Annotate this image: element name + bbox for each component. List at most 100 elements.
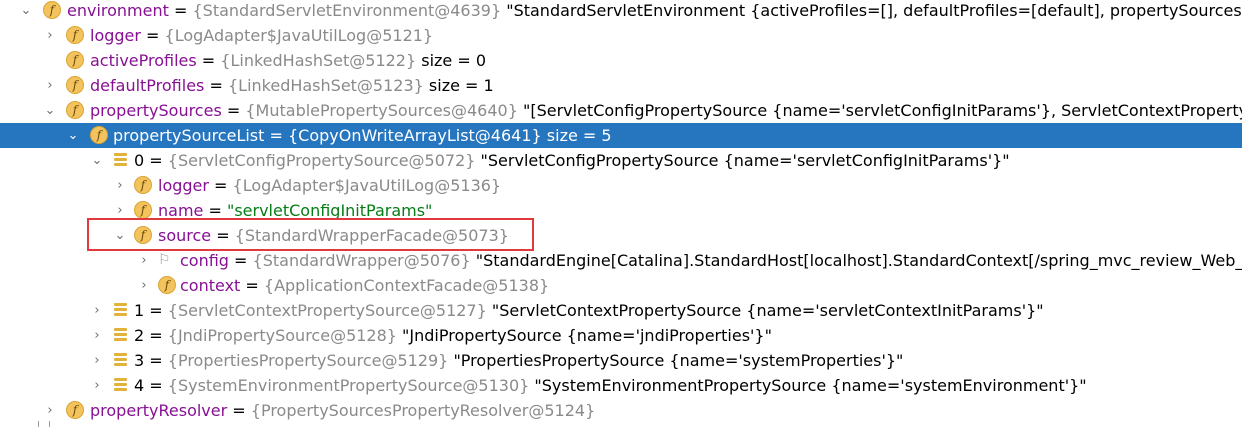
array-element-icon [114, 378, 127, 392]
tree-row-defaultprofiles[interactable]: › f defaultProfiles = {LinkedHashSet@512… [0, 73, 1242, 98]
element-index: 0 [134, 151, 145, 170]
tree-row-text: 2 = {JndiPropertySource@5128} "JndiPrope… [134, 323, 772, 348]
tree-row-config[interactable]: › ⚐ config = {StandardWrapper@5076} "Sta… [0, 248, 1242, 273]
field-icon: f [134, 176, 152, 194]
tree-row-text: environment = {StandardServletEnvironmen… [67, 0, 1242, 23]
field-type: {PropertySourcesPropertyResolver@5124} [250, 401, 596, 420]
field-name: logger [158, 176, 209, 195]
field-size: size = 5 [541, 126, 612, 145]
field-type: {StandardServletEnvironment@4639} [192, 1, 502, 20]
chevron-right-icon[interactable]: › [90, 373, 104, 398]
field-type: {ApplicationContextFacade@5138} [263, 276, 550, 295]
tree-row-logger-nested[interactable]: › f logger = {LogAdapter$JavaUtilLog@513… [0, 173, 1242, 198]
equals-sign: = [168, 1, 193, 20]
tree-row-propertyresolver[interactable]: › f propertyResolver = {PropertySourcesP… [0, 398, 1242, 423]
field-icon: f [66, 76, 84, 94]
tree-row-text: logger = {LogAdapter$JavaUtilLog@5121} [90, 23, 433, 48]
tree-row-text: context = {ApplicationContextFacade@5138… [180, 273, 549, 298]
chevron-right-icon[interactable]: › [43, 23, 57, 48]
array-element-icon [114, 353, 127, 367]
field-type: {ServletConfigPropertySource@5072} [167, 151, 476, 170]
field-value: "SystemEnvironmentPropertySource {name='… [529, 376, 1087, 395]
field-icon: f [43, 1, 61, 19]
field-name: environment [67, 1, 169, 20]
field-value: "[ServletConfigPropertySource {name='ser… [522, 101, 1242, 120]
field-name: propertySourceList [113, 126, 265, 145]
field-type: {LogAdapter$JavaUtilLog@5121} [164, 26, 434, 45]
equals-sign: = [144, 151, 168, 170]
equals-sign: = [140, 26, 165, 45]
flag-icon: ⚐ [158, 252, 171, 268]
field-type: {CopyOnWriteArrayList@4641} [288, 126, 542, 145]
equals-sign: = [264, 126, 288, 145]
chevron-down-icon[interactable]: ⌄ [43, 98, 57, 123]
chevron-down-icon[interactable]: ⌄ [90, 148, 104, 173]
tree-row-activeprofiles[interactable]: f activeProfiles = {LinkedHashSet@5122} … [0, 48, 1242, 73]
equals-sign: = [196, 51, 221, 70]
tree-row-text: propertySourceList = {CopyOnWriteArrayLi… [113, 123, 612, 148]
tree-row-index-0[interactable]: ⌄ 0 = {ServletConfigPropertySource@5072}… [0, 148, 1242, 173]
tree-row-environment[interactable]: ⌄ f environment = {StandardServletEnviro… [0, 0, 1242, 23]
equals-sign: = [144, 376, 168, 395]
equals-sign: = [240, 276, 264, 295]
chevron-right-icon[interactable]: › [90, 323, 104, 348]
field-name: activeProfiles [90, 51, 197, 70]
field-icon: f [90, 126, 108, 144]
tree-row-propertysourcelist[interactable]: ⌄ f propertySourceList = {CopyOnWriteArr… [0, 123, 1242, 148]
equals-sign: = [204, 76, 228, 95]
tree-row-index-2[interactable]: › 2 = {JndiPropertySource@5128} "JndiPro… [0, 323, 1242, 348]
tree-row-text: 4 = {SystemEnvironmentPropertySource@513… [134, 373, 1087, 398]
field-type: {MutablePropertySources@4640} [245, 101, 518, 120]
equals-sign: = [221, 101, 246, 120]
field-type: {PropertiesPropertySource@5129} [167, 351, 449, 370]
tree-row-logger[interactable]: › f logger = {LogAdapter$JavaUtilLog@512… [0, 23, 1242, 48]
field-value: "ServletContextPropertySource {name='ser… [486, 301, 1044, 320]
chevron-right-icon[interactable]: › [137, 273, 151, 298]
field-type: {JndiPropertySource@5128} [167, 326, 397, 345]
tree-row-context[interactable]: › f context = {ApplicationContextFacade@… [0, 273, 1242, 298]
equals-sign: = [227, 401, 251, 420]
chevron-right-icon[interactable]: › [43, 398, 57, 423]
chevron-right-icon[interactable]: › [90, 348, 104, 373]
equals-sign: = [144, 326, 168, 345]
element-index: 1 [134, 301, 145, 320]
equals-sign: = [208, 176, 233, 195]
tree-row-index-4[interactable]: › 4 = {SystemEnvironmentPropertySource@5… [0, 373, 1242, 398]
field-name: propertySources [90, 101, 222, 120]
chevron-down-icon[interactable]: ⌄ [19, 0, 33, 23]
equals-sign: = [228, 251, 253, 270]
element-index: 4 [134, 376, 145, 395]
field-icon: f [134, 201, 152, 219]
tree-row-index-1[interactable]: › 1 = {ServletContextPropertySource@5127… [0, 298, 1242, 323]
chevron-right-icon[interactable]: › [90, 298, 104, 323]
field-type: {LinkedHashSet@5122} [220, 51, 417, 70]
chevron-right-icon[interactable]: › [137, 248, 151, 273]
tree-row-text: activeProfiles = {LinkedHashSet@5122} si… [90, 48, 486, 73]
tree-row-text: 3 = {PropertiesPropertySource@5129} "Pro… [134, 348, 903, 373]
field-type: {ServletContextPropertySource@5127} [167, 301, 487, 320]
field-value: "StandardServletEnvironment {activeProfi… [506, 1, 1242, 20]
red-highlight-box [87, 218, 534, 251]
field-value: "JndiPropertySource {name='jndiPropertie… [396, 326, 772, 345]
array-element-icon [114, 303, 127, 317]
element-index: 2 [134, 326, 145, 345]
chevron-right-icon[interactable]: › [43, 73, 57, 98]
field-icon: f [158, 276, 176, 294]
array-element-icon [114, 328, 127, 342]
field-icon: f [66, 401, 84, 419]
tree-row-text: propertyResolver = {PropertySourcesPrope… [90, 398, 595, 423]
field-type: {LinkedHashSet@5123} [227, 76, 424, 95]
tree-row-propertysources[interactable]: ⌄ f propertySources = {MutablePropertySo… [0, 98, 1242, 123]
tree-row-text: propertySources = {MutablePropertySource… [90, 98, 1242, 123]
next-row-chevron-fragment [38, 421, 50, 427]
chevron-right-icon[interactable]: › [113, 173, 127, 198]
field-value: "ServletConfigPropertySource {name='serv… [475, 151, 1010, 170]
tree-row-text: config = {StandardWrapper@5076} "Standar… [180, 248, 1242, 273]
field-value: "StandardEngine[Catalina].StandardHost[l… [470, 251, 1242, 270]
tree-row-text: 1 = {ServletContextPropertySource@5127} … [134, 298, 1044, 323]
array-element-icon [114, 153, 127, 167]
tree-row-index-3[interactable]: › 3 = {PropertiesPropertySource@5129} "P… [0, 348, 1242, 373]
chevron-down-icon[interactable]: ⌄ [66, 123, 80, 148]
field-type: {LogAdapter$JavaUtilLog@5136} [232, 176, 502, 195]
field-icon: f [66, 26, 84, 44]
